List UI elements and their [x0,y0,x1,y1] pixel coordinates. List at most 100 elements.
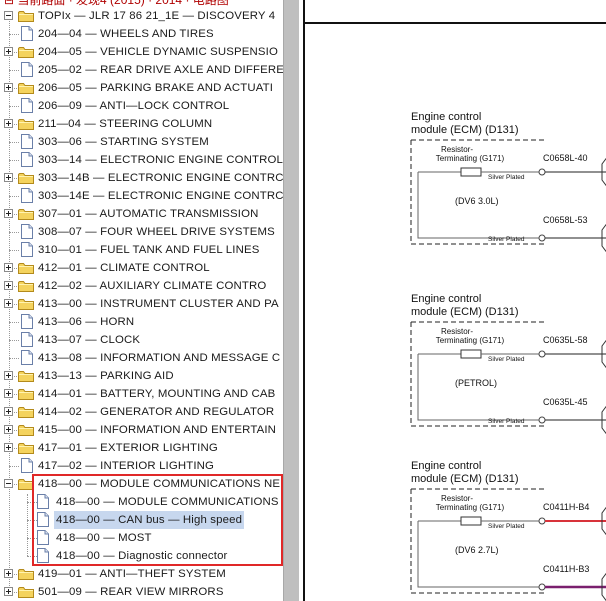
document-icon [21,98,33,113]
tree-connector-line [9,142,19,143]
tree-item[interactable]: 414—02 — GENERATOR AND REGULATOR [0,403,283,421]
connector-pin [538,583,546,591]
tree-item-label: 205—02 — REAR DRIVE AXLE AND DIFFERE [38,64,283,76]
tree-item[interactable]: 308—07 — FOUR WHEEL DRIVE SYSTEMS [0,223,283,241]
expand-icon[interactable] [4,83,13,92]
connector-pin [538,416,546,424]
tree-item-label: 303—14B — ELECTRONIC ENGINE CONTRC [38,172,283,184]
wiring-diagram-panel: Engine control module (ECM) (D131) Resisto… [303,0,606,601]
tree-item-label: 307—01 — AUTOMATIC TRANSMISSION [38,208,259,220]
tree-item[interactable]: 414—01 — BATTERY, MOUNTING AND CAB [0,385,283,403]
tree-connector-line [9,232,19,233]
document-icon [21,26,33,41]
pin-label: C0411H-B3 [543,564,589,574]
tree-item[interactable]: 303—14B — ELECTRONIC ENGINE CONTRC [0,169,283,187]
tree-item[interactable]: 417—02 — INTERIOR LIGHTING [0,457,283,475]
tree-connector-line [9,358,19,359]
tree-item-label: 417—01 — EXTERIOR LIGHTING [38,442,218,454]
tree-item[interactable]: 412—01 — CLIMATE CONTROL [0,259,283,277]
terminating-resistor [460,167,482,177]
tree-item[interactable]: 413—13 — PARKING AID [0,367,283,385]
tree-item[interactable]: 204—04 — WHEELS AND TIRES [0,25,283,43]
tree-item[interactable]: 413—06 — HORN [0,313,283,331]
tree-item-label: 413—00 — INSTRUMENT CLUSTER AND PA [38,298,279,310]
tree-vertical-scrollbar[interactable] [283,0,299,601]
tree-item[interactable]: 413—08 — INFORMATION AND MESSAGE C [0,349,283,367]
document-icon [21,224,33,239]
folder-icon [18,424,34,436]
collapse-icon[interactable] [4,479,13,488]
tree-item[interactable]: 310—01 — FUEL TANK AND FUEL LINES [0,241,283,259]
tree-item[interactable]: 206—09 — ANTI—LOCK CONTROL [0,97,283,115]
connector-pin [538,168,546,176]
highlight-box [32,474,283,566]
expand-icon[interactable] [4,263,13,272]
tree-item[interactable]: 303—06 — STARTING SYSTEM [0,133,283,151]
folder-icon [18,172,34,184]
expand-icon[interactable] [4,173,13,182]
tree-item-label: 415—00 — INFORMATION AND ENTERTAIN [38,424,277,436]
expand-icon[interactable] [4,569,13,578]
tree-item[interactable]: 206—05 — PARKING BRAKE AND ACTUATI [0,79,283,97]
folder-icon [18,406,34,418]
tree-item[interactable]: 413—07 — CLOCK [0,331,283,349]
tree-item-label: 413—08 — INFORMATION AND MESSAGE C [38,352,281,364]
tree-item[interactable]: 307—01 — AUTOMATIC TRANSMISSION [0,205,283,223]
ecm-title: Engine control [411,460,481,472]
document-icon [21,134,33,149]
expand-icon[interactable] [4,209,13,218]
tree-item[interactable]: 419—01 — ANTI—THEFT SYSTEM [0,565,283,583]
tree-item[interactable]: 303—14E — ELECTRONIC ENGINE CONTRC [0,187,283,205]
connector-pin [538,350,546,358]
resistor-label: Terminating (G171) [436,154,505,163]
ecm-title: module (ECM) (D131) [411,473,519,485]
expand-icon[interactable] [4,587,13,596]
expand-icon[interactable] [4,281,13,290]
ecm-title: module (ECM) (D131) [411,124,519,136]
tree-item[interactable]: 415—00 — INFORMATION AND ENTERTAIN [0,421,283,439]
folder-icon [18,298,34,310]
tree-item-label: 211—04 — STEERING COLUMN [38,118,213,130]
tree-item-label: 412—01 — CLIMATE CONTROL [38,262,210,274]
pin-label: C0411H-B4 [543,502,589,512]
engine-variant-label: (DV6 2.7L) [455,545,499,555]
shield-label: Silver Plated [488,418,525,425]
tree-item[interactable]: 303—14 — ELECTRONIC ENGINE CONTROL [0,151,283,169]
folder-icon [18,262,34,274]
expand-icon[interactable] [4,407,13,416]
document-icon [21,152,33,167]
tree-item[interactable]: 501—09 — REAR VIEW MIRRORS [0,583,283,601]
tree-item-label: 206—09 — ANTI—LOCK CONTROL [38,100,230,112]
expand-icon[interactable] [4,47,13,56]
expand-icon[interactable] [4,443,13,452]
tree-connector-line [9,70,19,71]
folder-icon [18,10,34,22]
folder-icon [18,82,34,94]
collapse-icon[interactable] [4,11,13,20]
tree-item[interactable]: 412—02 — AUXILIARY CLIMATE CONTRO [0,277,283,295]
expand-icon[interactable] [4,389,13,398]
tree-item-label: 204—05 — VEHICLE DYNAMIC SUSPENSIO [38,46,278,58]
tree-item[interactable]: 211—04 — STEERING COLUMN [0,115,283,133]
tree-connector-line [9,322,19,323]
terminating-resistor [460,516,482,526]
tree-item-label: 303—14E — ELECTRONIC ENGINE CONTRC [38,190,283,202]
expand-icon[interactable] [4,299,13,308]
tree-item[interactable]: TOPIx — JLR 17 86 21_1E — DISCOVERY 4 [0,7,283,25]
folder-icon [18,280,34,292]
document-icon [21,314,33,329]
tree-item[interactable]: 413—00 — INSTRUMENT CLUSTER AND PA [0,295,283,313]
tree-item-label: 413—13 — PARKING AID [38,370,174,382]
tree-connector-line [9,34,19,35]
folder-icon [18,586,34,598]
tree-item[interactable]: 205—02 — REAR DRIVE AXLE AND DIFFERE [0,61,283,79]
tree-item-label: 413—06 — HORN [38,316,135,328]
expand-icon[interactable] [4,371,13,380]
tree-item-label: 414—01 — BATTERY, MOUNTING AND CAB [38,388,276,400]
tree-item[interactable]: 204—05 — VEHICLE DYNAMIC SUSPENSIO [0,43,283,61]
expand-icon[interactable] [4,119,13,128]
connector-pin [538,234,546,242]
tree-item[interactable]: 417—01 — EXTERIOR LIGHTING [0,439,283,457]
ecm-title: Engine control [411,293,481,305]
expand-icon[interactable] [4,425,13,434]
